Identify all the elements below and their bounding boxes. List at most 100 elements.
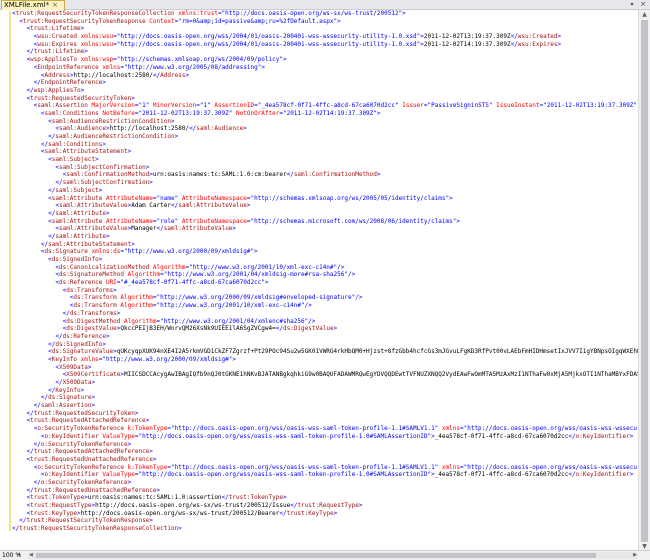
code-line[interactable]: </trust:RequestedUnattachedReference> <box>12 487 639 495</box>
code-line[interactable]: <EndpointReference xmlns="http://www.w3.… <box>12 64 639 72</box>
horizontal-scrollbar[interactable]: ◀ ▶ <box>28 552 638 559</box>
document-tab[interactable]: XMLFile.xml* × <box>1 0 65 10</box>
code-line-text: <o:SecurityTokenReference k:TokenType="h… <box>33 463 639 471</box>
tab-close-icon[interactable]: × <box>52 1 58 9</box>
code-line-text: </ds:Reference> <box>55 332 110 340</box>
code-line-text: </KeyInfo> <box>48 386 85 394</box>
code-editor[interactable]: <trust:RequestSecurityTokenResponseColle… <box>12 10 639 551</box>
code-line-text: <saml:Conditions NotBefore="2011-12-02T1… <box>40 109 381 117</box>
code-line[interactable]: </saml:Attribute> <box>12 233 639 241</box>
code-line[interactable]: <o:SecurityTokenReference k:TokenType="h… <box>12 464 639 472</box>
window-close-icon[interactable]: × <box>639 1 647 8</box>
code-line[interactable]: <trust:RequestSecurityTokenResponseColle… <box>12 10 639 18</box>
code-line[interactable]: <wsu:Created xmlns:wsu="http://docs.oasi… <box>12 33 639 41</box>
vertical-scrollbar[interactable]: ▲ ▼ <box>638 10 650 551</box>
code-line-text: <wsp:AppliesTo xmlns:wsp="http://schemas… <box>26 56 287 64</box>
code-line-text: <wsu:Created xmlns:wsu="http://docs.oasi… <box>33 33 562 41</box>
code-line[interactable]: </ds:Signature> <box>12 394 639 402</box>
code-line[interactable]: <trust:RequestSecurityTokenResponse Cont… <box>12 18 639 26</box>
code-line[interactable]: </ds:Reference> <box>12 333 639 341</box>
code-line[interactable]: </wsp:AppliesTo> <box>12 87 639 95</box>
vertical-scroll-thumb[interactable] <box>641 20 648 542</box>
code-line[interactable]: <ds:Transform Algorithm="http://www.w3.o… <box>12 294 639 302</box>
scroll-left-arrow-icon[interactable]: ◀ <box>29 552 33 559</box>
code-line[interactable]: <wsp:AppliesTo xmlns:wsp="http://schemas… <box>12 56 639 64</box>
code-line[interactable]: <trust:KeyType>http://docs.oasis-open.or… <box>12 510 639 518</box>
code-line[interactable]: </trust:RequestedAttachedReference> <box>12 448 639 456</box>
code-line[interactable]: <trust:RequestedSecurityToken> <box>12 95 639 103</box>
code-line[interactable]: <saml:Assertion MajorVersion="1" MinorVe… <box>12 102 639 110</box>
xml-editor-window: XMLFile.xml* × ▾ × <trust:RequestSecurity… <box>0 0 650 560</box>
code-line[interactable]: <saml:SubjectConfirmation> <box>12 164 639 172</box>
horizontal-scroll-thumb[interactable] <box>36 553 596 558</box>
code-line[interactable]: <KeyInfo xmlns="http://www.w3.org/2000/0… <box>12 356 639 364</box>
code-line[interactable]: <o:KeyIdentifier ValueType="http://docs.… <box>12 471 639 479</box>
code-line[interactable]: <o:KeyIdentifier ValueType="http://docs.… <box>12 433 639 441</box>
code-line[interactable]: <ds:SignatureMethod Algorithm="http://ww… <box>12 271 639 279</box>
code-line-text: <ds:Reference URI="#_4ea578cf-0f71-4ffc-… <box>55 279 269 287</box>
code-line-text: </trust:RequestSecurityTokenResponse> <box>19 517 153 525</box>
code-line[interactable]: </KeyInfo> <box>12 387 639 395</box>
code-line[interactable]: </ds:SignedInfo> <box>12 341 639 349</box>
code-line[interactable]: </X509Data> <box>12 379 639 387</box>
editor-status-bar: 100 % ▾ ◀ ▶ <box>0 550 650 560</box>
code-line[interactable]: </ds:Transforms> <box>12 310 639 318</box>
code-line-text: </ds:Signature> <box>40 394 96 402</box>
code-line[interactable]: </o:SecurityTokenReference> <box>12 441 639 449</box>
zoom-dropdown-icon[interactable]: ▾ <box>18 551 21 560</box>
code-line[interactable]: </saml:Assertion> <box>12 402 639 410</box>
code-line-text: </X509Data> <box>55 379 96 386</box>
code-line[interactable]: </trust:RequestSecurityTokenResponseColl… <box>12 525 639 533</box>
code-line[interactable]: </saml:Conditions> <box>12 141 639 149</box>
code-line[interactable]: <saml:ConfirmationMethod>urn:oasis:names… <box>12 171 639 179</box>
code-line[interactable]: </saml:AudienceRestrictionCondition> <box>12 133 639 141</box>
code-line[interactable]: <ds:DigestMethod Algorithm="http://www.w… <box>12 318 639 326</box>
code-line[interactable]: <ds:Reference URI="#_4ea578cf-0f71-4ffc-… <box>12 279 639 287</box>
code-line[interactable]: </o:SecurityTokenReference> <box>12 479 639 487</box>
code-line[interactable]: <trust:Lifetime> <box>12 25 639 33</box>
code-line[interactable]: <saml:Subject> <box>12 156 639 164</box>
code-line-text: </saml:AttributeStatement> <box>40 240 135 248</box>
code-line[interactable]: <saml:Attribute AttributeName="name" Att… <box>12 195 639 203</box>
code-line[interactable]: <trust:RequestedUnattachedReference> <box>12 456 639 464</box>
code-line[interactable]: <saml:AudienceRestrictionCondition> <box>12 118 639 126</box>
code-line[interactable]: <ds:DigestValue>QkccPEIjB3EH/WnrvQM26XsN… <box>12 325 639 333</box>
code-line[interactable]: <ds:SignedInfo> <box>12 256 639 264</box>
code-line-text: <trust:TokenType>urn:oasis:names:tc:SAML… <box>26 494 287 502</box>
code-line[interactable]: </trust:RequestedSecurityToken> <box>12 410 639 418</box>
code-line[interactable]: <wsu:Expires xmlns:wsu="http://docs.oasi… <box>12 41 639 49</box>
code-line-text: <o:KeyIdentifier ValueType="http://docs.… <box>40 432 634 440</box>
code-line[interactable]: <ds:Transforms> <box>12 287 639 295</box>
code-line[interactable]: </EndpointReference> <box>12 79 639 87</box>
code-line-text: </trust:RequestedUnattachedReference> <box>26 486 161 494</box>
code-line[interactable]: <saml:Conditions NotBefore="2011-12-02T1… <box>12 110 639 118</box>
code-line[interactable]: <ds:Transform Algorithm="http://www.w3.o… <box>12 302 639 310</box>
code-line[interactable]: <saml:AttributeValue>Adam Carter</saml:A… <box>12 202 639 210</box>
code-line-text: </saml:Attribute> <box>48 209 110 217</box>
code-line[interactable]: <X509Certificate>MIICSDCCAcygAwIBAgIQfb9… <box>12 371 639 379</box>
code-line[interactable]: <o:SecurityTokenReference k:TokenType="h… <box>12 425 639 433</box>
code-line[interactable]: <trust:RequestedAttachedReference> <box>12 417 639 425</box>
code-line[interactable]: </saml:SubjectConfirmation> <box>12 179 639 187</box>
code-line[interactable]: <ds:Signature xmlns:ds="http://www.w3.or… <box>12 248 639 256</box>
code-line[interactable]: <saml:Audience>http://localhost:2580/</s… <box>12 125 639 133</box>
code-line[interactable]: <X509Data> <box>12 364 639 372</box>
code-line[interactable]: </trust:Lifetime> <box>12 48 639 56</box>
code-line[interactable]: </saml:Attribute> <box>12 210 639 218</box>
code-line[interactable]: <Address>http://localhost:2580/</Address… <box>12 72 639 80</box>
code-line-text: <trust:RequestSecurityTokenResponse Cont… <box>19 17 341 25</box>
code-line[interactable]: <saml:AttributeValue>Manager</saml:Attri… <box>12 225 639 233</box>
scroll-up-arrow-icon[interactable]: ▲ <box>639 10 650 19</box>
code-line[interactable]: </saml:Subject> <box>12 187 639 195</box>
code-line[interactable]: </saml:AttributeStatement> <box>12 241 639 249</box>
code-line[interactable]: <saml:AttributeStatement> <box>12 148 639 156</box>
code-line[interactable]: <trust:TokenType>urn:oasis:names:tc:SAML… <box>12 494 639 502</box>
code-line[interactable]: <ds:SignatureValue>qUKcyqpXUK94nXE4I2A5r… <box>12 348 639 356</box>
tab-list-dropdown-icon[interactable]: ▾ <box>628 1 636 8</box>
code-line[interactable]: <trust:RequestType>http://docs.oasis-ope… <box>12 502 639 510</box>
code-line[interactable]: <ds:CanonicalizationMethod Algorithm="ht… <box>12 264 639 272</box>
scroll-right-arrow-icon[interactable]: ▶ <box>633 552 637 559</box>
code-line-text: <saml:Assertion MajorVersion="1" MinorVe… <box>33 102 638 110</box>
code-line[interactable]: <saml:Attribute AttributeName="role" Att… <box>12 218 639 226</box>
code-line[interactable]: </trust:RequestSecurityTokenResponse> <box>12 517 639 525</box>
